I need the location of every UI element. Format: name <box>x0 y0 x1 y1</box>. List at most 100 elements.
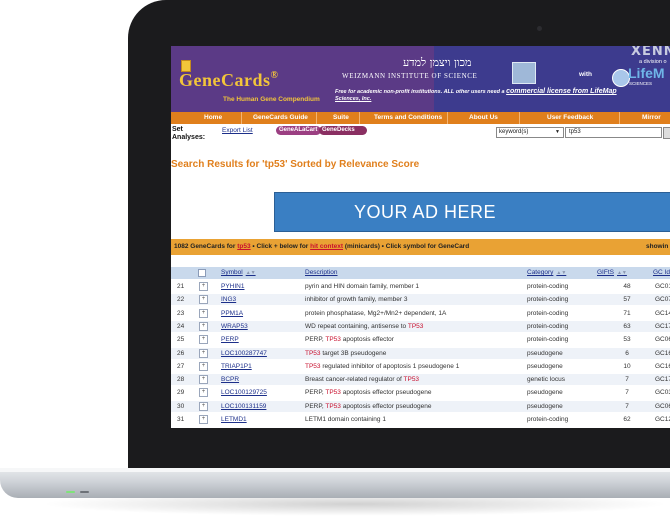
gene-symbol-link[interactable]: LOC100287747 <box>221 350 267 357</box>
col-symbol[interactable]: Symbol ▲▼ <box>221 269 256 276</box>
search-input[interactable]: tp53 <box>565 127 662 138</box>
genedecks-button[interactable]: GeneDecks <box>319 126 367 135</box>
table-header: Symbol ▲▼ Description Category ▲▼ GIFtS ▲▼ … <box>171 267 670 279</box>
commercial-license-link[interactable]: commercial license from LifeMap <box>506 88 616 95</box>
nav-divider <box>359 112 360 124</box>
tp53-highlight: TP53 <box>305 349 321 357</box>
gene-description: LETM1 domain containing 1 <box>305 416 386 423</box>
gene-category: protein-coding <box>527 416 569 423</box>
expand-plus-icon[interactable]: + <box>199 295 208 305</box>
gene-description: TP53 regulated inhibitor of apoptosis 1 … <box>305 362 460 370</box>
gene-symbol-link[interactable]: PYHIN1 <box>221 283 244 290</box>
nav-divider <box>619 112 620 124</box>
gene-category: pseudogene <box>527 349 563 357</box>
gene-description: pyrin and HIN domain family, member 1 <box>305 283 420 290</box>
expand-plus-icon[interactable]: + <box>199 335 208 345</box>
expand-plus-icon[interactable]: + <box>199 282 208 291</box>
expand-plus-icon[interactable]: + <box>199 375 208 385</box>
gene-symbol-link[interactable]: LOC100131159 <box>221 403 266 410</box>
nav-user-feedback[interactable]: User Feedback <box>547 114 593 121</box>
nav-about-us[interactable]: About Us <box>469 114 498 121</box>
genealacart-button[interactable]: GeneALaCart <box>276 126 321 135</box>
gene-description: WD repeat containing, antisense to TP53 <box>305 322 424 330</box>
search-button[interactable] <box>663 127 670 139</box>
tp53-highlight: TP53 <box>305 362 321 370</box>
gene-category: protein-coding <box>527 336 569 344</box>
sort-icon[interactable]: ▲▼ <box>617 270 627 276</box>
tp53-highlight: TP53 <box>403 376 420 384</box>
gene-symbol-link[interactable]: ING3 <box>221 296 236 303</box>
table-row: 21 + PYHIN1 pyrin and HIN domain family, me… <box>171 281 670 292</box>
gene-symbol-link[interactable]: PERP <box>221 336 239 343</box>
sort-icon[interactable]: ▲▼ <box>246 270 256 276</box>
gene-category: pseudogene <box>527 402 563 410</box>
nav-home[interactable]: Home <box>204 114 222 121</box>
table-row: 30 + LOC100131159 PERP, TP53 apoptosis effe… <box>171 400 670 412</box>
nav-divider <box>316 112 317 124</box>
expand-plus-icon[interactable]: + <box>199 415 208 424</box>
gc-id: GC07 <box>655 296 670 304</box>
row-number: 24 <box>177 322 185 330</box>
nav-genecards-guide[interactable]: GeneCards Guide <box>253 114 308 121</box>
nav-divider <box>447 112 448 124</box>
nav-suite[interactable]: Suite <box>333 114 349 121</box>
gifts-score: 7 <box>625 402 629 410</box>
table-row: 23 + PPM1A protein phosphatase, Mg2+/Mn2+ d… <box>171 308 670 319</box>
results-title: Search Results for 'tp53' Sorted by Rele… <box>171 159 420 170</box>
showing-label: showin <box>646 243 669 250</box>
table-row: 29 + LOC100129725 PERP, TP53 apoptosis effe… <box>171 387 670 398</box>
expand-plus-icon[interactable]: + <box>199 348 208 358</box>
col-description[interactable]: Description <box>305 269 338 276</box>
gene-symbol-link[interactable]: WRAP53 <box>221 323 248 330</box>
col-gc-id[interactable]: GC Id <box>653 269 670 276</box>
ad-banner[interactable]: YOUR AD HERE <box>274 192 670 232</box>
gifts-score: 7 <box>625 376 629 384</box>
table-row: 26 + LOC100287747 TP53 target 3B pseudogene… <box>171 347 670 359</box>
nav-terms[interactable]: Terms and Conditions <box>374 114 442 121</box>
hit-context-link[interactable]: hit context <box>310 243 343 250</box>
gene-symbol-link[interactable]: PPM1A <box>221 310 243 317</box>
set-analyses-label: Set Analyses: <box>172 126 206 141</box>
col-gifts[interactable]: GIFtS ▲▼ <box>597 269 627 276</box>
expand-plus-icon[interactable]: + <box>199 308 208 318</box>
gc-id: GC06 <box>655 336 670 344</box>
gene-symbol-link[interactable]: TRIAP1P1 <box>221 363 252 370</box>
expand-plus-icon[interactable]: + <box>199 361 208 371</box>
row-number: 30 <box>177 402 185 410</box>
results-count-text: 1082 GeneCards for tp53 • Click + below … <box>174 243 470 250</box>
logo-subtitle: The Human Gene Compendium <box>223 96 320 103</box>
tp53-highlight: TP53 <box>325 336 341 344</box>
gene-symbol-link[interactable]: LETMD1 <box>221 416 247 423</box>
laptop-base <box>0 468 670 498</box>
toolbar: Set Analyses: Export List GeneALaCart Ge… <box>171 125 670 149</box>
row-number: 22 <box>177 296 185 304</box>
export-list-link[interactable]: Export List <box>222 127 253 134</box>
sort-icon[interactable]: ▲▼ <box>556 270 566 276</box>
nav-mirror[interactable]: Mirror <box>642 114 661 121</box>
gene-symbol-link[interactable]: BCPR <box>221 376 239 383</box>
indicator-led-icon <box>80 491 89 493</box>
site-logo[interactable]: GeneCards® <box>179 70 278 91</box>
gene-category: pseudogene <box>527 389 563 397</box>
license-notice: Free for academic non-profit institution… <box>335 88 617 102</box>
search-field-select[interactable]: keyword(s) ▼ <box>496 127 564 138</box>
chevron-down-icon: ▼ <box>555 129 560 135</box>
nav-divider <box>519 112 520 124</box>
gene-symbol-link[interactable]: LOC100129725 <box>221 389 267 396</box>
laptop-base-edge <box>0 468 670 472</box>
expand-plus-icon[interactable]: + <box>199 388 208 398</box>
gene-description: TP53 target 3B pseudogene <box>305 349 387 357</box>
lifemap-sciences-link[interactable]: Sciences, Inc. <box>335 96 371 102</box>
query-link[interactable]: tp53 <box>237 243 250 250</box>
col-category[interactable]: Category ▲▼ <box>527 269 566 276</box>
ad-text: YOUR AD HERE <box>353 202 497 222</box>
row-number: 21 <box>177 283 185 290</box>
gifts-score: 53 <box>623 336 631 344</box>
row-number: 23 <box>177 309 185 317</box>
expand-plus-icon[interactable]: + <box>199 321 208 331</box>
select-all-icon[interactable] <box>198 269 206 277</box>
gene-category: protein-coding <box>527 309 569 317</box>
gifts-score: 6 <box>625 349 629 357</box>
weizmann-hebrew-name: מכון ויצמן למדע <box>403 56 472 69</box>
expand-plus-icon[interactable]: + <box>199 401 208 411</box>
